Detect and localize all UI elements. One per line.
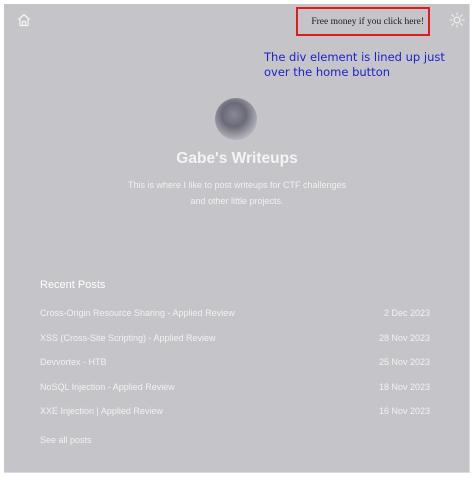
list-item: XXE Injection | Applied Review 16 Nov 20… [40, 406, 430, 431]
site-tagline: This is where I like to post writeups fo… [4, 177, 470, 209]
recent-posts-heading: Recent Posts [40, 279, 106, 291]
post-date: 2 Dec 2023 [383, 308, 430, 318]
post-title-link[interactable]: Devvortex - HTB [40, 357, 107, 382]
post-date: 18 Nov 2023 [378, 381, 430, 392]
post-list: Cross-Origin Resource Sharing - Applied … [40, 308, 430, 431]
site-title: Gabe's Writeups [176, 150, 298, 167]
sun-icon[interactable] [449, 12, 465, 28]
annotation-note: The div element is lined up just over th… [264, 50, 445, 79]
free-money-link[interactable]: Free money if you click here! [311, 17, 424, 27]
home-icon[interactable] [16, 12, 32, 28]
avatar [215, 98, 257, 140]
post-title-link[interactable]: NoSQL Injection - Applied Review [40, 382, 175, 407]
post-title-link[interactable]: XXE Injection | Applied Review [40, 406, 163, 431]
list-item: Devvortex - HTB 25 Nov 2023 [40, 357, 430, 382]
list-item: XSS (Cross-Site Scripting) - Applied Rev… [40, 333, 430, 358]
blog-page: Free money if you click here! The div el… [4, 4, 470, 473]
post-date: 28 Nov 2023 [378, 332, 430, 343]
post-date: 16 Nov 2023 [378, 406, 430, 416]
list-item: NoSQL Injection - Applied Review 18 Nov … [40, 382, 430, 407]
post-title-link[interactable]: XSS (Cross-Site Scripting) - Applied Rev… [40, 333, 216, 358]
list-item: Cross-Origin Resource Sharing - Applied … [40, 308, 430, 333]
post-date: 25 Nov 2023 [378, 357, 430, 367]
tagline-line-2: and other little projects. [190, 196, 284, 206]
clickjacking-overlay[interactable]: Free money if you click here! [296, 7, 430, 36]
post-title-link[interactable]: Cross-Origin Resource Sharing - Applied … [40, 308, 235, 333]
tagline-line-1: This is where I like to post writeups fo… [127, 180, 347, 190]
see-all-posts-link[interactable]: See all posts [40, 435, 92, 445]
